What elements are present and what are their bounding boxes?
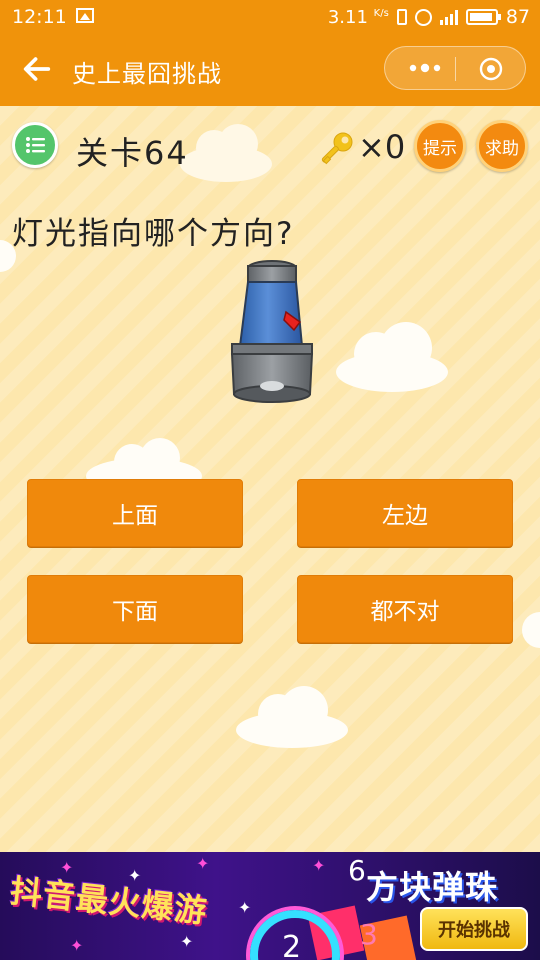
answer-option-down[interactable]: 下面	[27, 575, 243, 643]
key-icon	[321, 132, 353, 165]
banner-slogan: 抖音最火爆游	[8, 871, 210, 931]
star-decoration: ✦	[180, 932, 194, 951]
block-number-top: 6	[348, 854, 366, 887]
game-stage: 关卡64 ×0 提示 求助 灯光指向哪个方向? 上面 左边 下面 都不对	[0, 106, 540, 852]
cloud-decoration	[234, 680, 352, 750]
level-label: 关卡64	[76, 134, 189, 172]
battery-icon	[465, 9, 501, 25]
key-count: ×0	[358, 128, 406, 166]
vibrate-icon	[396, 9, 407, 25]
network-speed-value: 3.11	[327, 6, 368, 28]
answer-option-up[interactable]: 上面	[27, 479, 243, 547]
more-dots-icon[interactable]	[407, 59, 443, 77]
cloud-decoration	[518, 604, 540, 654]
help-button[interactable]: 求助	[476, 120, 528, 172]
star-decoration: ✦	[312, 856, 326, 875]
level-menu-button[interactable]	[12, 122, 58, 168]
ring-number: 2	[282, 930, 302, 960]
flashlight-icon	[230, 260, 314, 403]
arrow-left-icon	[23, 57, 51, 81]
list-icon	[26, 137, 45, 153]
cloud-decoration	[334, 312, 450, 394]
start-challenge-button[interactable]: 开始挑战	[420, 907, 528, 951]
star-decoration: ✦	[238, 898, 252, 917]
status-right: 3.11 K/s 87	[328, 6, 530, 28]
banner-title: 方块弹珠	[366, 868, 499, 906]
cloud-decoration	[178, 118, 274, 184]
ad-banner[interactable]: ✦ ✦ ✦ ✦ ✦ ✦ ✦ 2 6 3 抖音最火爆游 方块弹珠 开始挑战	[0, 852, 540, 960]
star-decoration: ✦	[70, 936, 84, 955]
star-decoration: ✦	[196, 854, 210, 873]
page-title: 史上最囧挑战	[72, 60, 222, 88]
block-number-bottom: 3	[360, 918, 378, 951]
target-circle-icon[interactable]	[479, 57, 503, 81]
capsule-divider	[455, 57, 456, 81]
question-text: 灯光指向哪个方向?	[12, 216, 295, 252]
network-speed: 3.11 K/s	[328, 7, 389, 28]
battery-level: 87	[505, 6, 530, 28]
alarm-icon	[414, 8, 432, 26]
network-speed-unit: K/s	[373, 7, 389, 19]
mini-program-capsule	[384, 46, 526, 90]
status-time: 12:11	[12, 6, 67, 28]
status-bar: 12:11 3.11 K/s 87	[0, 0, 540, 34]
hint-button[interactable]: 提示	[414, 120, 466, 172]
image-notification-icon	[76, 8, 94, 23]
answer-option-left[interactable]: 左边	[297, 479, 513, 547]
back-button[interactable]	[20, 52, 56, 88]
answer-option-none[interactable]: 都不对	[297, 575, 513, 643]
signal-icon	[439, 9, 458, 25]
nav-bar: 史上最囧挑战	[0, 34, 540, 106]
